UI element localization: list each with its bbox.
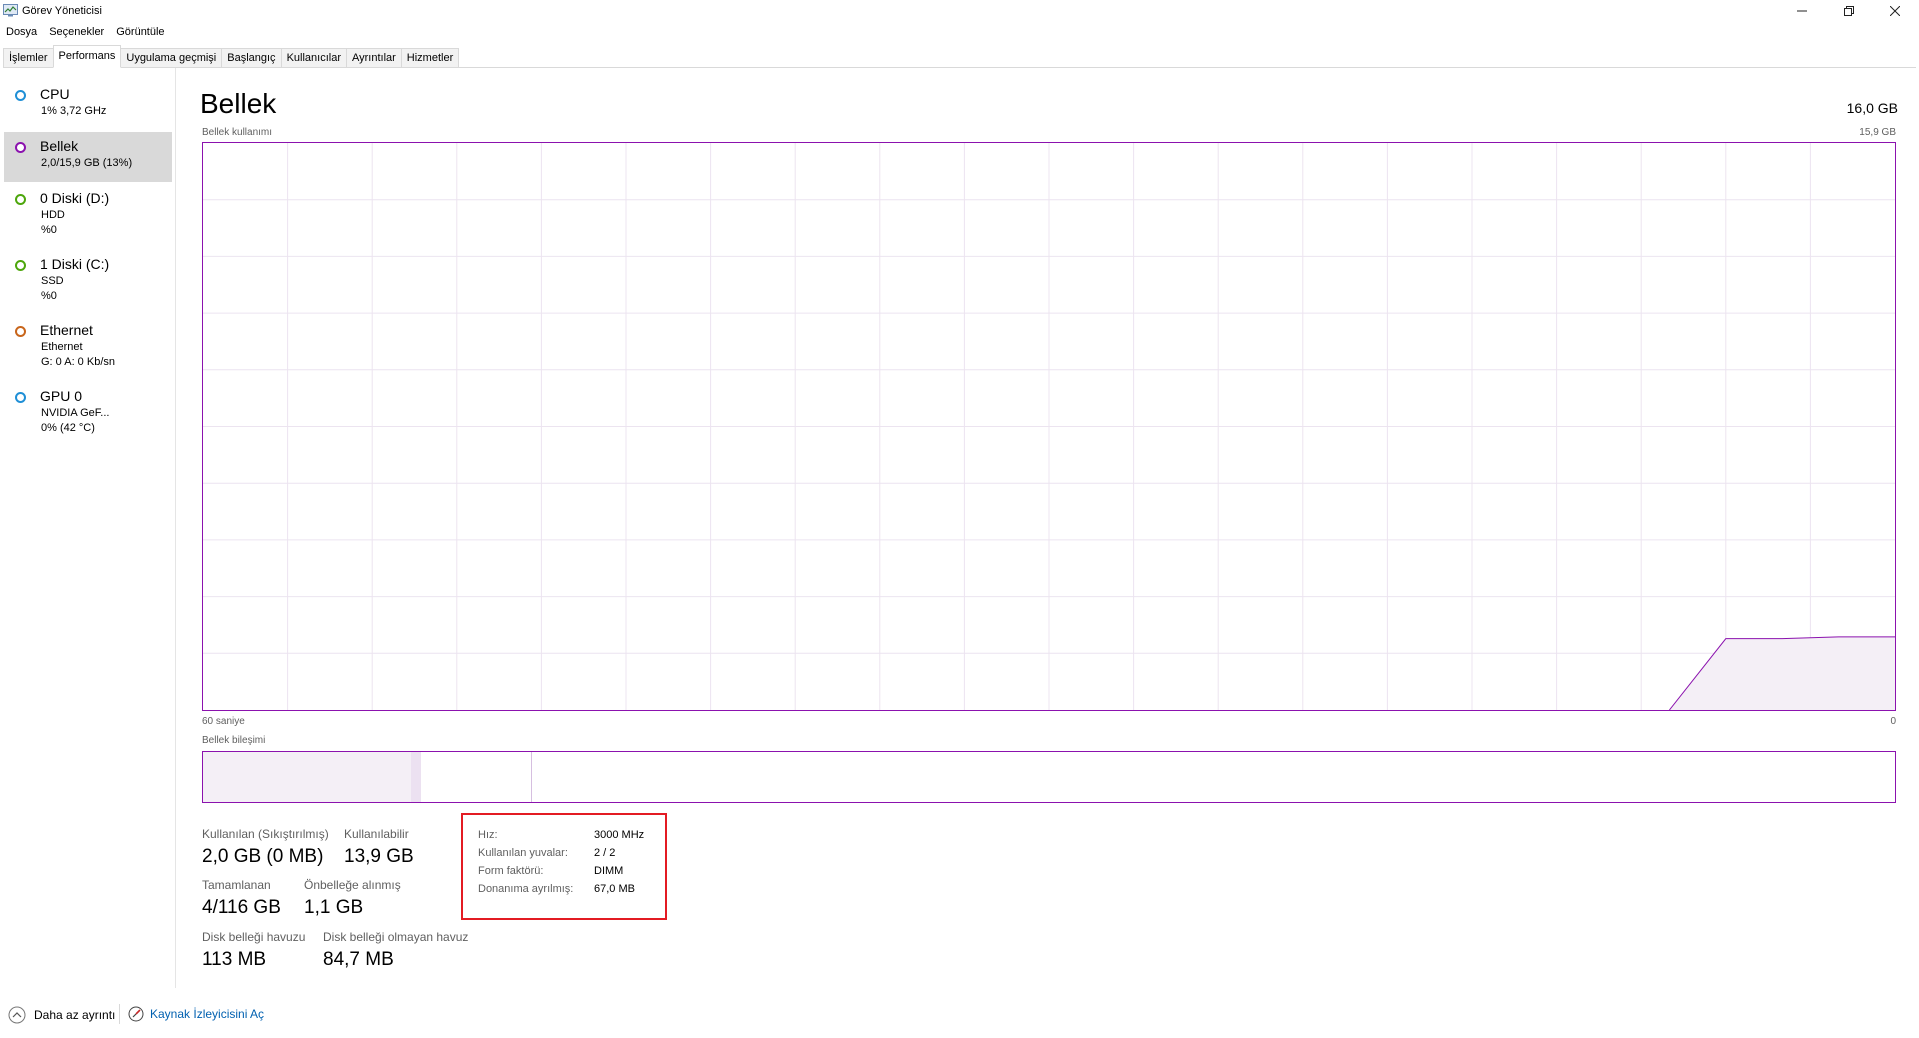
tab-app-history[interactable]: Uygulama geçmişi (120, 48, 223, 67)
sidebar-item-detail: %0 (41, 224, 57, 236)
committed-value: 4/116 GB (202, 897, 281, 918)
slots-used-label: Kullanılan yuvalar: (478, 847, 568, 859)
minimize-icon (1797, 10, 1807, 12)
tab-strip: İşlemler Performans Uygulama geçmişi Baş… (3, 45, 1916, 68)
menu-options[interactable]: Seçenekler (43, 24, 110, 40)
sidebar-item-detail: G: 0 A: 0 Kb/sn (41, 356, 115, 368)
nonpaged-pool-label: Disk belleği olmayan havuz (323, 930, 469, 944)
cpu-status-icon (15, 90, 26, 101)
fewer-details-button[interactable]: Daha az ayrıntı (8, 1006, 115, 1024)
in-use-label: Kullanılan (Sıkıştırılmış) (202, 827, 329, 841)
composition-in-use (203, 752, 413, 802)
sidebar-item-detail: Ethernet (41, 341, 83, 353)
disk-status-icon (15, 260, 26, 271)
hardware-reserved-value: 67,0 MB (594, 883, 635, 895)
open-resource-monitor-link[interactable]: Kaynak İzleyicisini Aç (128, 1006, 264, 1022)
memory-usage-chart (203, 143, 1895, 710)
menu-bar: Dosya Seçenekler Görüntüle (0, 24, 171, 40)
graph-zero-label: 0 (1890, 716, 1896, 727)
menu-view[interactable]: Görüntüle (110, 24, 170, 40)
memory-composition-bar (202, 751, 1896, 803)
close-button[interactable] (1872, 0, 1918, 22)
cached-label: Önbelleğe alınmış (304, 878, 401, 892)
chevron-up-icon (8, 1006, 26, 1024)
paged-pool-value: 113 MB (202, 949, 267, 970)
composition-label: Bellek bileşimi (202, 735, 266, 746)
sidebar-item-detail: HDD (41, 209, 65, 221)
tab-details[interactable]: Ayrıntılar (345, 48, 402, 67)
sidebar-item-ethernet[interactable]: Ethernet Ethernet G: 0 A: 0 Kb/sn (4, 320, 172, 380)
usage-graph-max: 15,9 GB (1859, 127, 1896, 138)
sidebar-item-gpu[interactable]: GPU 0 NVIDIA GeF... 0% (42 °C) (4, 386, 172, 446)
disk-status-icon (15, 194, 26, 205)
resource-monitor-label: Kaynak İzleyicisini Aç (150, 1007, 265, 1021)
sidebar-item-detail: 0% (42 °C) (41, 422, 95, 434)
total-memory: 16,0 GB (1846, 100, 1898, 116)
usage-graph-label: Bellek kullanımı (202, 127, 273, 138)
sidebar-item-title: Bellek (40, 138, 79, 154)
footer-divider (119, 1004, 120, 1024)
speed-value: 3000 MHz (594, 829, 645, 841)
form-factor-label: Form faktörü: (478, 865, 544, 877)
committed-label: Tamamlanan (202, 878, 271, 892)
paged-pool-label: Disk belleği havuzu (202, 930, 306, 944)
speed-label: Hız: (478, 829, 498, 841)
sidebar-item-title: 0 Diski (D:) (40, 190, 110, 206)
in-use-value: 2,0 GB (0 MB) (202, 846, 324, 867)
sidebar-item-disk-c[interactable]: 1 Diski (C:) SSD %0 (4, 254, 172, 314)
sidebar-item-memory[interactable]: Bellek 2,0/15,9 GB (13%) (4, 132, 172, 182)
title-bar: Görev Yöneticisi (0, 0, 1919, 22)
ethernet-status-icon (15, 326, 26, 337)
gpu-status-icon (15, 392, 26, 403)
sidebar-item-title: Ethernet (40, 322, 93, 338)
usage-area (1669, 636, 1895, 710)
cached-value: 1,1 GB (304, 897, 364, 918)
task-manager-icon (3, 4, 18, 17)
memory-usage-graph (202, 142, 1896, 711)
composition-standby (421, 752, 533, 802)
available-label: Kullanılabilir (344, 827, 409, 841)
hardware-reserved-label: Donanıma ayrılmış: (478, 883, 574, 895)
sidebar-item-detail: 2,0/15,9 GB (13%) (41, 157, 133, 169)
page-title: Bellek (200, 88, 277, 119)
sidebar-item-disk-d[interactable]: 0 Diski (D:) HDD %0 (4, 188, 172, 248)
sidebar-item-detail: %0 (41, 290, 57, 302)
window-title: Görev Yöneticisi (22, 5, 102, 17)
tab-processes[interactable]: İşlemler (3, 48, 54, 67)
close-icon (1890, 6, 1900, 16)
tab-startup[interactable]: Başlangıç (221, 48, 282, 67)
form-factor-value: DIMM (594, 865, 624, 877)
menu-file[interactable]: Dosya (0, 24, 43, 40)
tab-services[interactable]: Hizmetler (400, 48, 460, 67)
tab-performance[interactable]: Performans (52, 45, 122, 68)
graph-time-label: 60 saniye (202, 716, 245, 727)
nonpaged-pool-value: 84,7 MB (323, 949, 394, 970)
resource-monitor-icon (128, 1006, 144, 1022)
performance-sidebar: CPU 1% 3,72 GHz Bellek 2,0/15,9 GB (13%)… (0, 68, 176, 988)
restore-button[interactable] (1826, 0, 1872, 22)
sidebar-item-detail: SSD (41, 275, 64, 287)
memory-status-icon (15, 142, 26, 153)
sidebar-item-title: 1 Diski (C:) (40, 256, 110, 272)
sidebar-item-detail: NVIDIA GeF... (41, 407, 110, 419)
sidebar-item-title: GPU 0 (40, 388, 83, 404)
minimize-button[interactable] (1779, 0, 1825, 22)
sidebar-item-detail: 1% 3,72 GHz (41, 105, 107, 117)
sidebar-item-title: CPU (40, 86, 70, 102)
sidebar-item-cpu[interactable]: CPU 1% 3,72 GHz (4, 84, 172, 128)
restore-icon (1844, 6, 1854, 16)
fewer-details-label: Daha az ayrıntı (34, 1008, 116, 1022)
slots-used-value: 2 / 2 (594, 847, 616, 859)
available-value: 13,9 GB (344, 846, 414, 867)
tab-users[interactable]: Kullanıcılar (280, 48, 347, 67)
